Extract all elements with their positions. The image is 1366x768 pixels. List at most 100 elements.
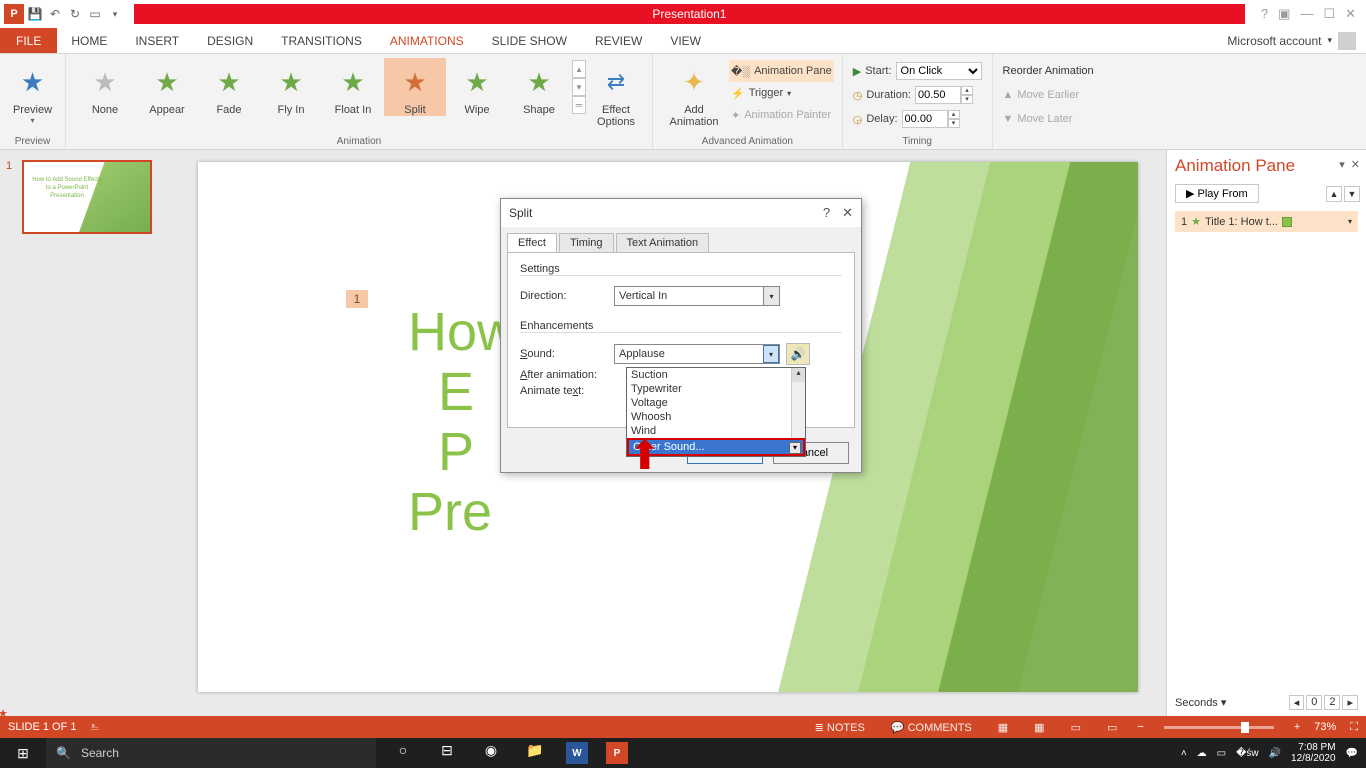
tab-insert[interactable]: INSERT (121, 28, 193, 53)
tab-animations[interactable]: ANIMATIONS (376, 28, 478, 53)
avatar[interactable] (1338, 32, 1356, 50)
task-view-icon[interactable]: ⊟ (434, 742, 460, 764)
preview-button[interactable]: ★ Preview ▾ (8, 58, 57, 125)
anim-shape[interactable]: ★Shape (508, 58, 570, 116)
zoom-slider[interactable] (1164, 726, 1274, 729)
animation-tag[interactable]: 1 (346, 290, 368, 308)
dialog-tab-timing[interactable]: Timing (559, 233, 614, 252)
play-from-button[interactable]: ▶ Play From (1175, 184, 1259, 203)
anim-appear[interactable]: ★Appear (136, 58, 198, 116)
start-select[interactable]: On Click (896, 62, 982, 80)
sound-preview-button[interactable]: 🔊 (786, 343, 810, 365)
reading-view-icon[interactable]: ▭ (1065, 721, 1087, 734)
save-icon[interactable]: 💾 (26, 5, 44, 23)
anim-split[interactable]: ★Split (384, 58, 446, 116)
notifications-icon[interactable]: 💬 (1346, 748, 1358, 759)
notes-button[interactable]: ≣ NOTES (809, 721, 871, 734)
reorder-up-icon[interactable]: ▲ (1326, 186, 1342, 202)
scroll-up-icon[interactable]: ▴ (792, 368, 805, 382)
pane-options-icon[interactable]: ▾ (1339, 158, 1345, 171)
taskbar-search[interactable]: 🔍Search (46, 738, 376, 768)
chevron-down-icon[interactable]: ▾ (763, 345, 779, 363)
start-button[interactable]: ⊞ (0, 745, 46, 762)
wifi-icon[interactable]: �św (1236, 748, 1258, 759)
item-menu-icon[interactable]: ▾ (1348, 217, 1352, 226)
comments-button[interactable]: 💬 COMMENTS (885, 721, 978, 734)
spellcheck-icon[interactable]: ⎁ (90, 721, 99, 734)
onedrive-icon[interactable]: ☁ (1197, 748, 1207, 759)
zoom-level[interactable]: 73% (1314, 721, 1336, 733)
spin-up-icon[interactable]: ▴ (948, 110, 960, 119)
reorder-down-icon[interactable]: ▼ (1344, 186, 1360, 202)
chrome-icon[interactable]: ◉ (478, 742, 504, 764)
sound-option[interactable]: Typewriter (627, 382, 805, 396)
normal-view-icon[interactable]: ▦ (992, 721, 1014, 734)
gallery-more-icon[interactable]: ═ (572, 96, 586, 114)
sound-option[interactable]: Suction (627, 368, 805, 382)
close-icon[interactable]: ✕ (1345, 6, 1356, 22)
sound-option[interactable]: Voltage (627, 396, 805, 410)
tab-view[interactable]: VIEW (656, 28, 715, 53)
tab-design[interactable]: DESIGN (193, 28, 267, 53)
anim-fade[interactable]: ★Fade (198, 58, 260, 116)
dialog-help-icon[interactable]: ? (823, 205, 830, 221)
add-animation-button[interactable]: ✦ Add Animation (661, 58, 727, 128)
direction-combo[interactable]: Vertical In▾ (614, 286, 780, 306)
cortana-icon[interactable]: ○ (390, 742, 416, 764)
tab-home[interactable]: HOME (57, 28, 121, 53)
fit-to-window-icon[interactable]: ⛶ (1350, 721, 1358, 734)
redo-icon[interactable]: ↻ (66, 5, 84, 23)
chevron-down-icon[interactable]: ▾ (1327, 35, 1332, 46)
delay-input[interactable] (902, 110, 948, 128)
zoom-in-icon[interactable]: + (1294, 721, 1300, 733)
tab-review[interactable]: REVIEW (581, 28, 656, 53)
timeline-next-icon[interactable]: ▸ (1342, 695, 1358, 710)
battery-icon[interactable]: ▭ (1217, 748, 1226, 759)
pane-close-icon[interactable]: ✕ (1351, 158, 1360, 171)
anim-flyin[interactable]: ★Fly In (260, 58, 322, 116)
spin-down-icon[interactable]: ▾ (961, 95, 973, 104)
maximize-icon[interactable]: ☐ (1323, 6, 1335, 22)
sound-option[interactable]: Whoosh (627, 410, 805, 424)
dialog-tab-textanim[interactable]: Text Animation (616, 233, 710, 252)
word-icon[interactable]: W (566, 742, 588, 764)
effect-options-button[interactable]: ⇄ Effect Options (588, 58, 644, 128)
account-label[interactable]: Microsoft account (1227, 34, 1321, 48)
sound-combo[interactable]: Applause▾ (614, 344, 780, 364)
start-from-beginning-icon[interactable]: ▭ (86, 5, 104, 23)
zoom-out-icon[interactable]: − (1137, 721, 1143, 733)
tray-chevron-icon[interactable]: ˄ (1181, 748, 1187, 759)
slideshow-view-icon[interactable]: ▭ (1101, 721, 1123, 734)
slide-counter[interactable]: SLIDE 1 OF 1 (8, 721, 76, 733)
tab-slideshow[interactable]: SLIDE SHOW (478, 28, 581, 53)
animation-pane-button[interactable]: �░Animation Pane (729, 60, 834, 82)
volume-icon[interactable]: 🔊 (1269, 748, 1281, 759)
explorer-icon[interactable]: 📁 (522, 742, 548, 764)
tab-file[interactable]: FILE (0, 28, 57, 53)
timeline-prev-icon[interactable]: ◂ (1289, 695, 1305, 710)
spin-down-icon[interactable]: ▾ (948, 119, 960, 128)
spin-up-icon[interactable]: ▴ (961, 86, 973, 95)
duration-input[interactable] (915, 86, 961, 104)
undo-icon[interactable]: ↶ (46, 5, 64, 23)
sorter-view-icon[interactable]: ▦ (1028, 721, 1050, 734)
trigger-button[interactable]: ⚡Trigger▾ (729, 82, 834, 104)
powerpoint-icon[interactable]: P (606, 742, 628, 764)
animation-list-item[interactable]: 1 ★ Title 1: How t... ▾ (1175, 211, 1358, 232)
anim-wipe[interactable]: ★Wipe (446, 58, 508, 116)
dialog-close-icon[interactable]: ✕ (842, 205, 853, 221)
ribbon-display-icon[interactable]: ▣ (1278, 6, 1290, 22)
chevron-down-icon[interactable]: ▾ (789, 442, 801, 454)
tab-transitions[interactable]: TRANSITIONS (267, 28, 376, 53)
slide-thumbnail[interactable]: How to Add Sound Effects to a PowerPoint… (22, 160, 152, 234)
chevron-down-icon[interactable]: ▾ (763, 287, 779, 305)
minimize-icon[interactable]: — (1300, 6, 1313, 22)
gallery-up-icon[interactable]: ▴ (572, 60, 586, 78)
qat-more-icon[interactable]: ▾ (106, 5, 124, 23)
gallery-down-icon[interactable]: ▾ (572, 78, 586, 96)
clock[interactable]: 7:08 PM12/8/2020 (1291, 742, 1336, 764)
seconds-label[interactable]: Seconds (1175, 697, 1218, 709)
anim-none[interactable]: ★None (74, 58, 136, 116)
dialog-tab-effect[interactable]: Effect (507, 233, 557, 252)
anim-floatin[interactable]: ★Float In (322, 58, 384, 116)
